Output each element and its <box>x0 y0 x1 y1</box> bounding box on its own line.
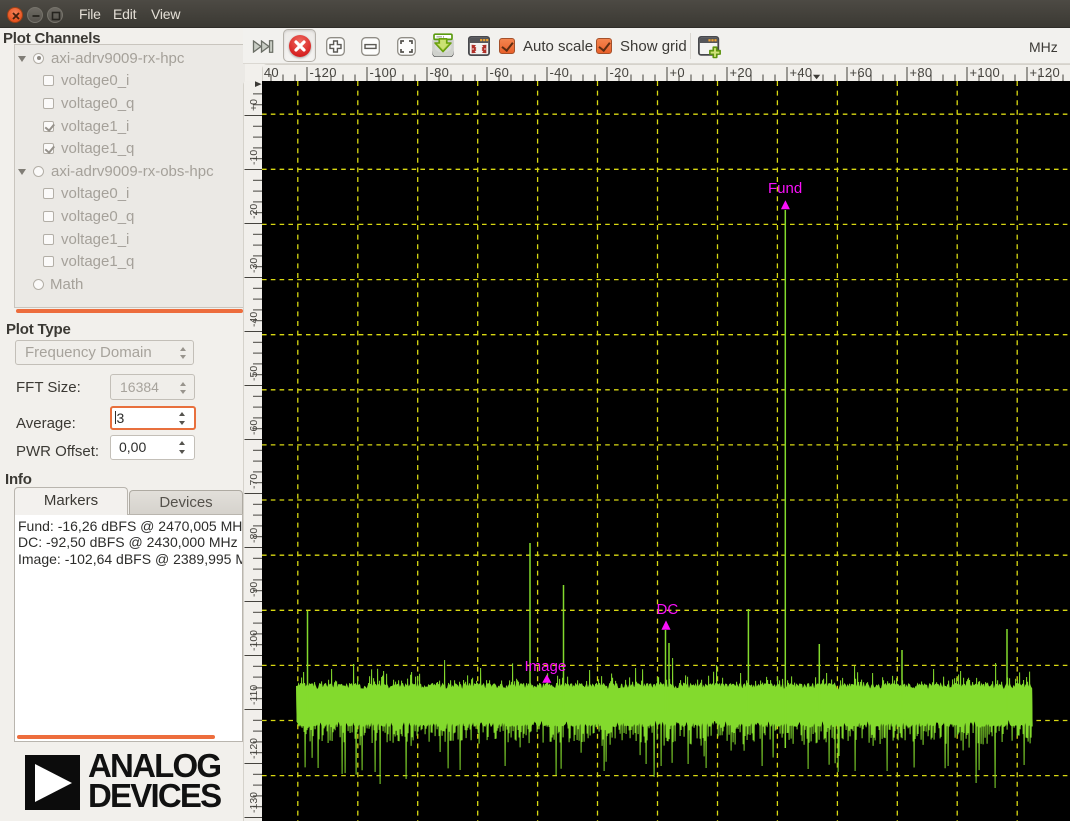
svg-text:-30: -30 <box>248 258 260 273</box>
svg-text:-100: -100 <box>248 630 260 651</box>
svg-text:+0: +0 <box>670 65 685 80</box>
svg-text:-60: -60 <box>248 420 260 435</box>
svg-text:+120: +120 <box>1030 65 1060 80</box>
svg-text:Fund: Fund <box>768 180 802 197</box>
svg-text:40: 40 <box>264 65 279 80</box>
svg-text:-100: -100 <box>370 65 397 80</box>
svg-text:-40: -40 <box>550 65 570 80</box>
svg-text:-80: -80 <box>430 65 450 80</box>
svg-text:-60: -60 <box>490 65 510 80</box>
svg-text:-20: -20 <box>248 204 260 219</box>
svg-text:+60: +60 <box>850 65 873 80</box>
svg-text:-110: -110 <box>248 685 260 705</box>
svg-text:-120: -120 <box>310 65 337 80</box>
svg-text:-120: -120 <box>248 738 260 759</box>
svg-text:Image: Image <box>525 658 567 675</box>
svg-text:+100: +100 <box>970 65 1000 80</box>
svg-text:-10: -10 <box>248 150 260 165</box>
svg-text:-90: -90 <box>248 582 260 597</box>
svg-text:+20: +20 <box>730 65 753 80</box>
svg-text:-70: -70 <box>248 474 260 489</box>
svg-text:-20: -20 <box>610 65 630 80</box>
svg-text:-50: -50 <box>248 366 260 381</box>
svg-text:+40: +40 <box>790 65 813 80</box>
svg-text:-130: -130 <box>248 792 260 813</box>
svg-text:+80: +80 <box>910 65 933 80</box>
svg-text:-80: -80 <box>248 528 260 543</box>
svg-text:-40: -40 <box>248 312 260 327</box>
svg-text:DC: DC <box>657 601 679 618</box>
